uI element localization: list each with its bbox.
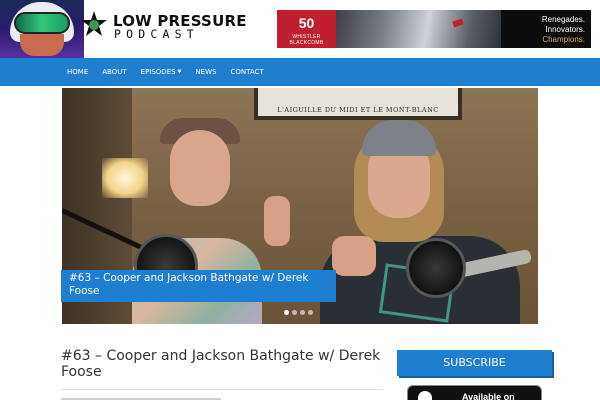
nav-item-label: NEWS: [195, 68, 217, 76]
person-left-hand: [264, 196, 290, 246]
banner-ad[interactable]: 50 WHISTLER BLACKCOMB Renegades. Innovat…: [277, 10, 591, 48]
ad-photo: [336, 10, 501, 48]
logo-image[interactable]: [0, 0, 84, 58]
goggle-shape: [14, 12, 70, 34]
main-nav: HOME ABOUT EPISODES ▼ NEWS CONTACT: [0, 58, 600, 86]
person-left-face: [170, 130, 230, 206]
slider-dots: [284, 310, 313, 315]
nav-item-news[interactable]: NEWS: [188, 58, 223, 86]
ad-brand-number: 50: [298, 15, 315, 31]
microphone-right-icon: [406, 238, 466, 298]
ad-tagline-1: Renegades.: [541, 15, 585, 24]
ad-tagline-2: Innovators.: [545, 25, 585, 34]
subscribe-button[interactable]: SUBSCRIBE: [397, 350, 552, 376]
nav-item-label: ABOUT: [102, 68, 127, 76]
poster-caption: L'AIGUILLE DU MIDI ET LE MONT-BLANC: [277, 106, 439, 114]
nav-item-home[interactable]: HOME: [60, 58, 95, 86]
ad-brand-name: WHISTLER BLACKCOMB: [289, 34, 324, 46]
nav-item-contact[interactable]: CONTACT: [223, 58, 270, 86]
nav-menu: HOME ABOUT EPISODES ▼ NEWS CONTACT: [60, 58, 271, 86]
slider-dot[interactable]: [308, 310, 313, 315]
nav-item-label: EPISODES: [140, 68, 176, 76]
ad-tagline-3: Champions.: [542, 35, 585, 44]
app-store-label: Available on: [462, 392, 515, 400]
slider-dot[interactable]: [292, 310, 297, 315]
nav-item-label: CONTACT: [230, 68, 264, 76]
slide-caption[interactable]: #63 – Cooper and Jackson Bathgate w/ Der…: [61, 270, 336, 302]
logo-subtitle[interactable]: PODCAST: [114, 27, 199, 41]
chevron-down-icon: ▼: [177, 69, 182, 75]
nav-item-label: HOME: [67, 68, 89, 76]
page: LOW PRESSURE PODCAST 50 WHISTLER BLACKCO…: [0, 0, 600, 400]
wall-poster: L'AIGUILLE DU MIDI ET LE MONT-BLANC: [254, 88, 462, 120]
slider-dot[interactable]: [300, 310, 305, 315]
person-right-hand: [332, 236, 376, 276]
nav-item-about[interactable]: ABOUT: [95, 58, 133, 86]
ad-brand-block: 50 WHISTLER BLACKCOMB: [277, 10, 336, 48]
slider-dot[interactable]: [284, 310, 289, 315]
apple-icon: [418, 391, 432, 400]
lamp-glow: [102, 158, 148, 198]
nav-item-episodes[interactable]: EPISODES ▼: [134, 58, 189, 86]
app-store-badge[interactable]: Available on: [407, 385, 542, 400]
star-badge-icon: [81, 11, 107, 36]
divider: [61, 389, 383, 390]
post-title[interactable]: #63 – Cooper and Jackson Bathgate w/ Der…: [61, 348, 383, 380]
face-shape: [20, 34, 64, 56]
ad-tagline-block: Renegades. Innovators. Champions.: [501, 10, 591, 48]
site-header: LOW PRESSURE PODCAST 50 WHISTLER BLACKCO…: [0, 0, 600, 58]
